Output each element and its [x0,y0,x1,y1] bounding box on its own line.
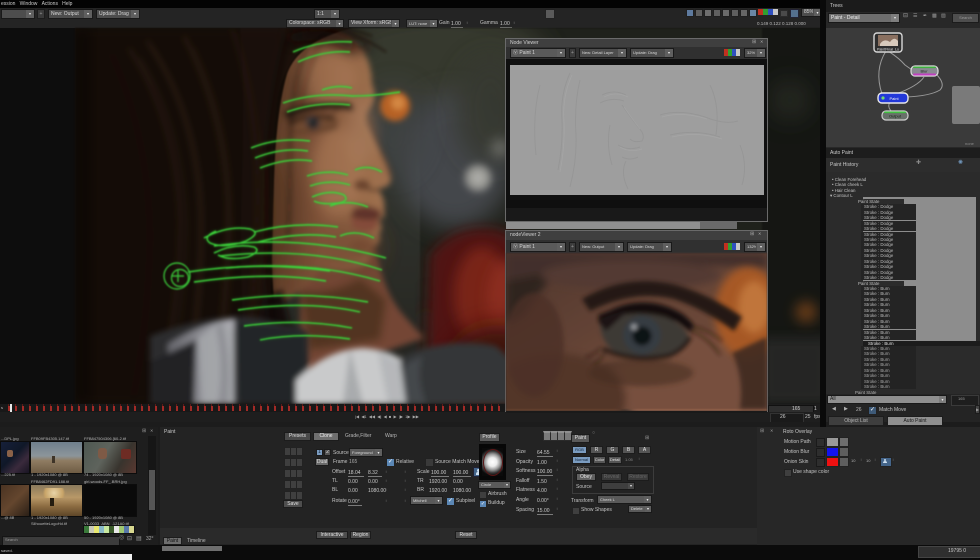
svg-text:Blur: Blur [920,69,928,74]
svg-text:PaintFinal_Lo: PaintFinal_Lo [877,48,899,52]
svg-text:Paint: Paint [889,96,899,101]
svg-text:Output: Output [889,114,902,119]
